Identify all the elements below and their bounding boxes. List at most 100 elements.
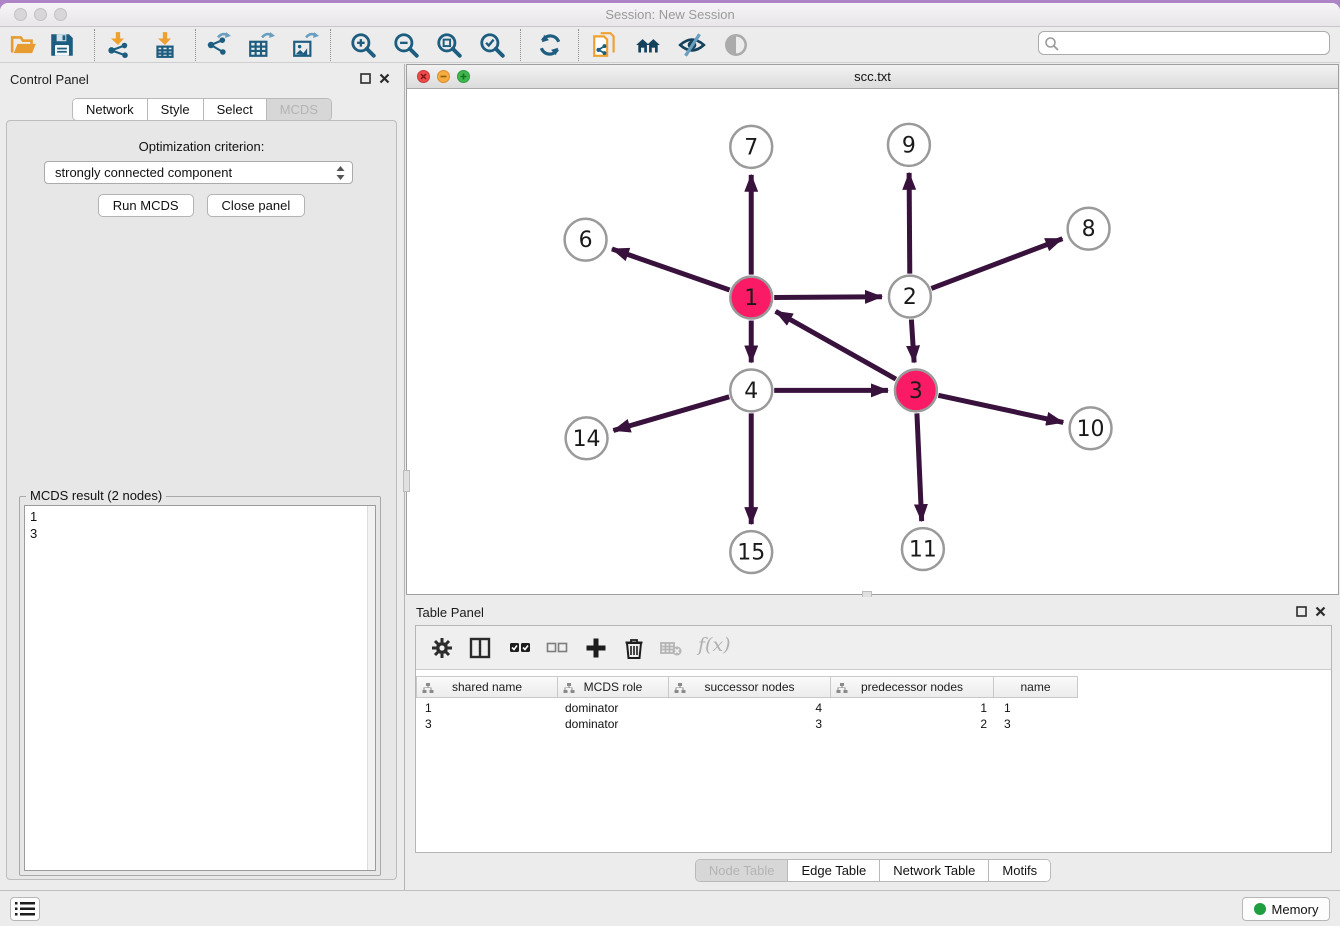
toolbar-separator: [578, 29, 579, 61]
graph-node-label-6: 6: [579, 228, 593, 253]
cell-predecessor-nodes: 1: [831, 700, 994, 716]
gear-icon[interactable]: [430, 636, 454, 660]
close-panel-icon[interactable]: [379, 73, 390, 84]
import-table-icon[interactable]: [151, 31, 179, 59]
graph-canvas: 7968124314101511: [407, 89, 1338, 594]
save-icon[interactable]: [48, 31, 76, 59]
zoom-selected-icon[interactable]: [478, 31, 506, 59]
task-history-button[interactable]: [10, 897, 40, 921]
network-canvas[interactable]: 7968124314101511: [407, 89, 1338, 594]
graph-node-label-9: 9: [902, 133, 916, 158]
graph-edge-2-9[interactable]: [909, 173, 910, 274]
hierarchy-icon: [422, 682, 434, 694]
graph-edge-1-6[interactable]: [612, 249, 730, 290]
node-table-container: f(x) shared name MCDS role successor nod…: [415, 625, 1332, 853]
search-icon: [1044, 36, 1060, 52]
network-view-window: scc.txt 7968124314101511: [406, 64, 1339, 595]
run-mcds-button[interactable]: Run MCDS: [98, 194, 194, 217]
column-header-predecessor-nodes[interactable]: predecessor nodes: [831, 676, 994, 698]
graph-edge-3-11[interactable]: [917, 413, 922, 521]
graph-edge-4-14[interactable]: [613, 397, 729, 431]
export-network-icon[interactable]: [204, 31, 232, 59]
table-row[interactable]: 3 dominator 3 2 3: [416, 716, 1078, 732]
mcds-result-line: 1: [30, 508, 370, 525]
tab-motifs[interactable]: Motifs: [989, 860, 1050, 881]
export-image-icon[interactable]: [291, 31, 319, 59]
criterion-select[interactable]: strongly connected component: [44, 161, 353, 184]
main-toolbar: [0, 27, 1340, 63]
graph-edge-3-1[interactable]: [776, 311, 896, 379]
zoom-fit-icon[interactable]: [435, 31, 463, 59]
graph-edge-2-8[interactable]: [931, 239, 1062, 289]
graph-node-label-14: 14: [573, 427, 601, 452]
application-window: Session: New Session: [0, 3, 1340, 926]
double-house-icon[interactable]: [634, 31, 662, 59]
list-icon: [15, 901, 35, 917]
cell-shared-name: 3: [416, 716, 558, 732]
delete-table-disabled-icon: [659, 636, 683, 660]
graph-edge-3-10[interactable]: [938, 395, 1063, 422]
import-network-icon[interactable]: [104, 31, 132, 59]
eye-slash-icon[interactable]: [678, 31, 706, 59]
trash-icon[interactable]: [622, 636, 646, 660]
mcds-result-textarea[interactable]: 1 3: [24, 505, 376, 871]
cell-mcds-role: dominator: [558, 700, 669, 716]
memory-button[interactable]: Memory: [1242, 897, 1330, 921]
column-header-successor-nodes[interactable]: successor nodes: [669, 676, 831, 698]
close-table-panel-icon[interactable]: [1315, 606, 1326, 617]
columns-icon[interactable]: [468, 636, 492, 660]
function-builder-icon: f(x): [698, 634, 731, 656]
select-all-checkboxes-icon[interactable]: [508, 636, 532, 660]
tab-edge-table[interactable]: Edge Table: [788, 860, 880, 881]
table-panel-title: Table Panel: [416, 605, 484, 620]
tab-select[interactable]: Select: [204, 99, 267, 120]
cell-name: 3: [994, 716, 1078, 732]
mcds-result-line: 3: [30, 525, 370, 542]
graph-node-label-3: 3: [909, 379, 923, 404]
close-panel-button[interactable]: Close panel: [207, 194, 306, 217]
splitter-grip-vertical[interactable]: [403, 470, 410, 492]
cell-mcds-role: dominator: [558, 716, 669, 732]
tab-node-table[interactable]: Node Table: [696, 860, 789, 881]
graph-node-label-10: 10: [1077, 417, 1105, 442]
add-icon[interactable]: [584, 636, 608, 660]
network-window-title: scc.txt: [407, 69, 1338, 84]
table-row[interactable]: 1 dominator 4 1 1: [416, 700, 1078, 716]
column-header-name[interactable]: name: [994, 676, 1078, 698]
tab-style[interactable]: Style: [148, 99, 204, 120]
app-titlebar: Session: New Session: [0, 3, 1340, 27]
clone-network-icon[interactable]: [591, 31, 619, 59]
graph-edge-2-3[interactable]: [911, 319, 914, 362]
table-header-row: shared name MCDS role successor nodes pr…: [416, 676, 1078, 698]
mcds-tab-content: Optimization criterion: strongly connect…: [6, 120, 397, 880]
criterion-value: strongly connected component: [55, 165, 232, 180]
graph-node-label-4: 4: [744, 379, 758, 404]
toolbar-separator: [330, 29, 331, 61]
result-scrollbar[interactable]: [367, 506, 375, 870]
tab-network-table[interactable]: Network Table: [880, 860, 989, 881]
tab-mcds[interactable]: MCDS: [267, 99, 331, 120]
float-table-panel-icon[interactable]: [1296, 606, 1307, 617]
toolbar-separator: [520, 29, 521, 61]
search-input[interactable]: [1065, 34, 1325, 52]
control-panel-title: Control Panel: [10, 72, 89, 87]
zoom-in-icon[interactable]: [349, 31, 377, 59]
graph-node-label-1: 1: [744, 286, 758, 311]
deselect-checkboxes-icon[interactable]: [545, 636, 569, 660]
control-panel-tabs: Network Style Select MCDS: [72, 98, 332, 121]
toolbar-separator: [195, 29, 196, 61]
cell-name: 1: [994, 700, 1078, 716]
column-header-mcds-role[interactable]: MCDS role: [558, 676, 669, 698]
float-panel-icon[interactable]: [360, 73, 371, 84]
export-table-icon[interactable]: [247, 31, 275, 59]
optimization-criterion-label: Optimization criterion:: [7, 139, 396, 154]
zoom-out-icon[interactable]: [392, 31, 420, 59]
open-folder-icon[interactable]: [10, 31, 38, 59]
tab-network[interactable]: Network: [73, 99, 148, 120]
refresh-layout-icon[interactable]: [536, 31, 564, 59]
control-panel: Control Panel Network Style Select MCDS …: [0, 64, 405, 890]
hierarchy-icon: [836, 682, 848, 694]
graph-edge-1-2[interactable]: [774, 297, 882, 298]
column-header-shared-name[interactable]: shared name: [416, 676, 558, 698]
cell-successor-nodes: 4: [669, 700, 831, 716]
